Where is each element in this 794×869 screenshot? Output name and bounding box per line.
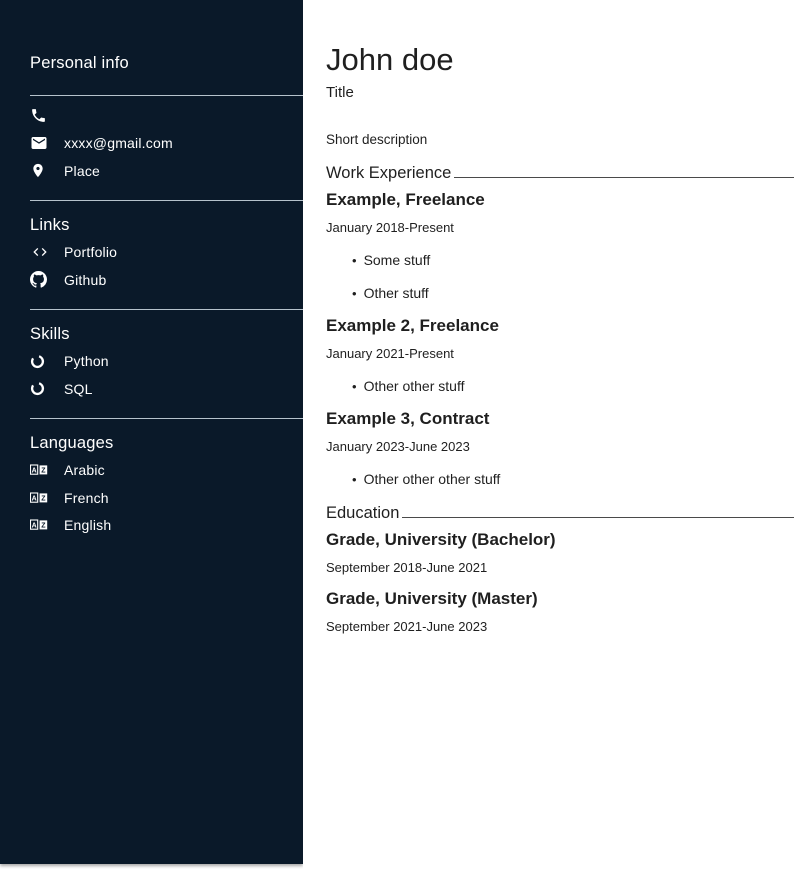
translate-icon: AZ xyxy=(30,492,50,504)
bullet-list: Other other other stuff xyxy=(326,472,794,487)
sidebar-divider xyxy=(30,418,303,419)
resume-main: John doe Title Short description Work Ex… xyxy=(303,0,794,869)
place-icon xyxy=(30,162,50,179)
sidebar-item-list: Portfolio Github xyxy=(0,239,303,294)
sidebar-item-phone xyxy=(0,102,303,130)
bullet-list: Other other stuff xyxy=(326,379,794,394)
sidebar-item-label: Portfolio xyxy=(64,244,117,260)
svg-text:A: A xyxy=(32,495,37,502)
sidebar-item-arabic: AZ Arabic xyxy=(0,457,303,485)
entry-title: Example 2, Freelance xyxy=(326,317,794,334)
github-icon xyxy=(30,271,50,288)
sidebar-item-label: English xyxy=(64,517,111,533)
sidebar-section-title: Personal info xyxy=(0,53,303,73)
resume-entry: Example 3, Contract January 2023-June 202… xyxy=(326,410,794,487)
sidebar-item-python: Python xyxy=(0,348,303,376)
sidebar-item-label: Python xyxy=(64,353,109,369)
entry-period: September 2018-June 2021 xyxy=(326,561,794,574)
bullet-item: Other stuff xyxy=(352,286,794,301)
sidebar-item-github[interactable]: Github xyxy=(0,266,303,294)
section-heading-text: Education xyxy=(326,504,399,522)
sidebar-sections: Personal info xxxx@gmail.com Place Links Por… xyxy=(0,53,303,539)
page-title: John doe xyxy=(326,45,794,75)
resume-entry: Grade, University (Bachelor) September 20… xyxy=(326,531,794,574)
sidebar-item-portfolio[interactable]: Portfolio xyxy=(0,239,303,267)
bullet-item: Some stuff xyxy=(352,253,794,268)
translate-icon: AZ xyxy=(30,519,50,531)
skill-circle-icon xyxy=(30,354,50,369)
section-heading-rule xyxy=(402,517,794,518)
sidebar-section-title: Links xyxy=(0,215,303,235)
entry-period: January 2023-June 2023 xyxy=(326,440,794,453)
entry-period: September 2021-June 2023 xyxy=(326,620,794,633)
resume-entry: Example, Freelance January 2018-Present So… xyxy=(326,191,794,301)
sidebar-item-label: SQL xyxy=(64,381,93,397)
entry-title: Grade, University (Master) xyxy=(326,590,794,607)
sidebar-item-list: Python SQL xyxy=(0,348,303,403)
sidebar-item-label: Arabic xyxy=(64,462,105,478)
resume-entry: Example 2, Freelance January 2021-Present… xyxy=(326,317,794,394)
bullet-item: Other other stuff xyxy=(352,379,794,394)
section-heading: Work Experience xyxy=(326,164,794,182)
entry-title: Example 3, Contract xyxy=(326,410,794,427)
svg-text:A: A xyxy=(32,523,37,530)
short-description: Short description xyxy=(326,133,794,147)
sidebar-item-label: French xyxy=(64,490,109,506)
entry-period: January 2021-Present xyxy=(326,347,794,360)
sidebar-divider xyxy=(30,309,303,310)
main-sections: Work Experience Example, Freelance January… xyxy=(326,164,794,633)
resume-entry: Grade, University (Master) September 2021… xyxy=(326,590,794,633)
code-icon xyxy=(30,244,50,260)
email-icon xyxy=(30,134,50,152)
sidebar-item-label: Github xyxy=(64,272,106,288)
section-heading-rule xyxy=(454,177,794,178)
sidebar-item-english: AZ English xyxy=(0,512,303,540)
sidebar-divider xyxy=(30,95,303,96)
sidebar-item-french: AZ French xyxy=(0,484,303,512)
sidebar-item-xxxx-gmail-com[interactable]: xxxx@gmail.com xyxy=(0,130,303,158)
sidebar-item-label: Place xyxy=(64,163,100,179)
person-title: Title xyxy=(326,85,794,100)
sidebar-section-title: Skills xyxy=(0,324,303,344)
svg-text:Z: Z xyxy=(41,468,46,475)
bullet-item: Other other other stuff xyxy=(352,472,794,487)
section-heading: Education xyxy=(326,504,794,522)
sidebar-divider xyxy=(30,200,303,201)
entry-period: January 2018-Present xyxy=(326,221,794,234)
sidebar-item-list: xxxx@gmail.com Place xyxy=(0,102,303,185)
svg-text:Z: Z xyxy=(41,523,46,530)
entry-title: Example, Freelance xyxy=(326,191,794,208)
sidebar-section-title: Languages xyxy=(0,433,303,453)
sidebar-item-label: xxxx@gmail.com xyxy=(64,135,173,151)
sidebar: Personal info xxxx@gmail.com Place Links Por… xyxy=(0,0,303,864)
section-heading-text: Work Experience xyxy=(326,164,451,182)
svg-text:A: A xyxy=(32,468,37,475)
entry-title: Grade, University (Bachelor) xyxy=(326,531,794,548)
sidebar-item-list: AZArabicAZFrenchAZEnglish xyxy=(0,457,303,540)
bullet-list: Some stuff Other stuff xyxy=(326,253,794,301)
skill-circle-icon xyxy=(30,381,50,396)
sidebar-item-place: Place xyxy=(0,157,303,185)
svg-text:Z: Z xyxy=(41,495,46,502)
sidebar-item-sql: SQL xyxy=(0,375,303,403)
translate-icon: AZ xyxy=(30,464,50,476)
phone-icon xyxy=(30,107,50,124)
